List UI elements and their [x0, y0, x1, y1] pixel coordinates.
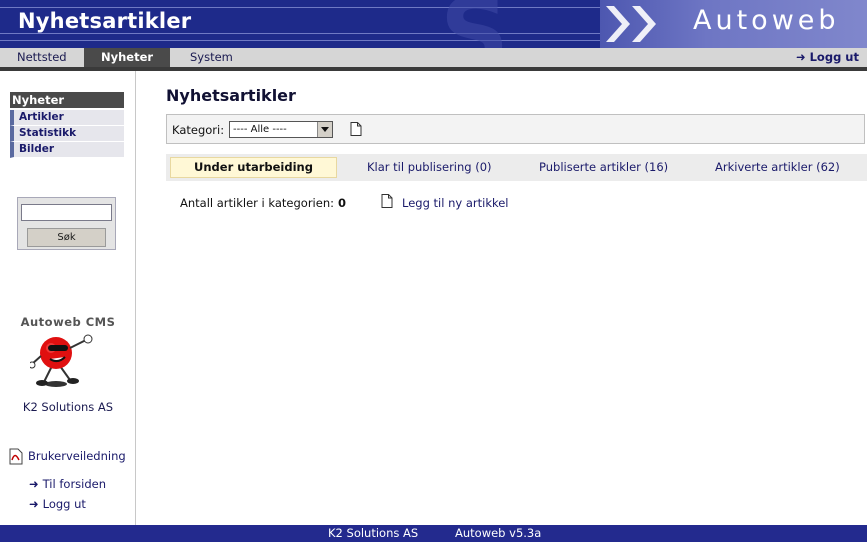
sidebar-logout-label: Logg ut: [42, 497, 86, 511]
mascot-image: [30, 334, 93, 387]
sidebar-logout-link[interactable]: ➜ Logg ut: [29, 497, 86, 511]
footer: K2 Solutions AS Autoweb v5.3a: [0, 525, 867, 542]
tab-klar-til-publisering[interactable]: Klar til publisering (0): [367, 154, 492, 181]
top-nav: Nettsted Nyheter System ➜ Logg ut: [0, 48, 867, 67]
user-manual-link[interactable]: Brukerveiledning: [28, 449, 126, 463]
chevron-right-icon: [632, 6, 656, 42]
add-article-link[interactable]: Legg til ny artikkel: [402, 196, 509, 210]
page-title: Nyhetsartikler: [166, 86, 296, 105]
header-banner: S Nyhetsartikler Autoweb: [0, 0, 867, 48]
chevron-right-icon: [606, 6, 630, 42]
search-button[interactable]: Søk: [27, 228, 106, 247]
sidebar-item-statistikk[interactable]: Statistikk: [10, 126, 124, 142]
dropdown-arrow-icon: [317, 122, 332, 137]
article-count-value: 0: [338, 196, 347, 210]
new-article-icon[interactable]: [381, 194, 393, 208]
search-box: Søk: [17, 197, 116, 250]
footer-company: K2 Solutions AS: [328, 526, 419, 540]
pdf-icon: [9, 448, 23, 465]
category-select-value: ---- Alle ----: [233, 124, 287, 135]
nav-tab-nyheter[interactable]: Nyheter: [84, 48, 171, 67]
arrow-right-icon: ➜: [29, 477, 39, 491]
nav-tab-nettsted[interactable]: Nettsted: [0, 48, 84, 67]
status-tabs: Under utarbeiding Klar til publisering (…: [166, 154, 867, 181]
sidebar-heading: Nyheter: [10, 92, 124, 108]
home-link-label: Til forsiden: [42, 477, 107, 491]
category-filter-bar: Kategori: ---- Alle ----: [166, 114, 865, 144]
article-count-label: Antall artikler i kategorien:: [180, 196, 334, 210]
cms-title: Autoweb CMS: [20, 315, 116, 329]
sidebar: Nyheter Artikler Statistikk Bilder Søk A…: [0, 71, 136, 525]
sidebar-item-artikler[interactable]: Artikler: [10, 110, 124, 126]
logout-label: Logg ut: [809, 50, 859, 64]
search-input[interactable]: [21, 204, 112, 221]
footer-version: Autoweb v5.3a: [455, 526, 542, 540]
arrow-right-icon: ➜: [29, 497, 39, 511]
banner-logo-shape: S: [440, 0, 509, 48]
category-label: Kategori:: [172, 123, 225, 137]
tab-publiserte-artikler[interactable]: Publiserte artikler (16): [539, 154, 668, 181]
tab-arkiverte-artikler[interactable]: Arkiverte artikler (62): [715, 154, 840, 181]
app-title: Nyhetsartikler: [18, 9, 192, 33]
brand-logo-text: Autoweb: [693, 5, 840, 36]
tab-under-utarbeiding[interactable]: Under utarbeiding: [170, 157, 337, 178]
article-count: Antall artikler i kategorien: 0: [180, 196, 346, 210]
new-document-icon[interactable]: [350, 122, 362, 136]
sidebar-item-bilder[interactable]: Bilder: [10, 142, 124, 158]
logout-link[interactable]: ➜ Logg ut: [796, 48, 859, 67]
home-link[interactable]: ➜ Til forsiden: [29, 477, 106, 491]
category-select[interactable]: ---- Alle ----: [229, 121, 333, 138]
arrow-right-icon: ➜: [795, 50, 806, 64]
company-name: K2 Solutions AS: [22, 400, 114, 414]
nav-tab-system[interactable]: System: [173, 48, 250, 67]
